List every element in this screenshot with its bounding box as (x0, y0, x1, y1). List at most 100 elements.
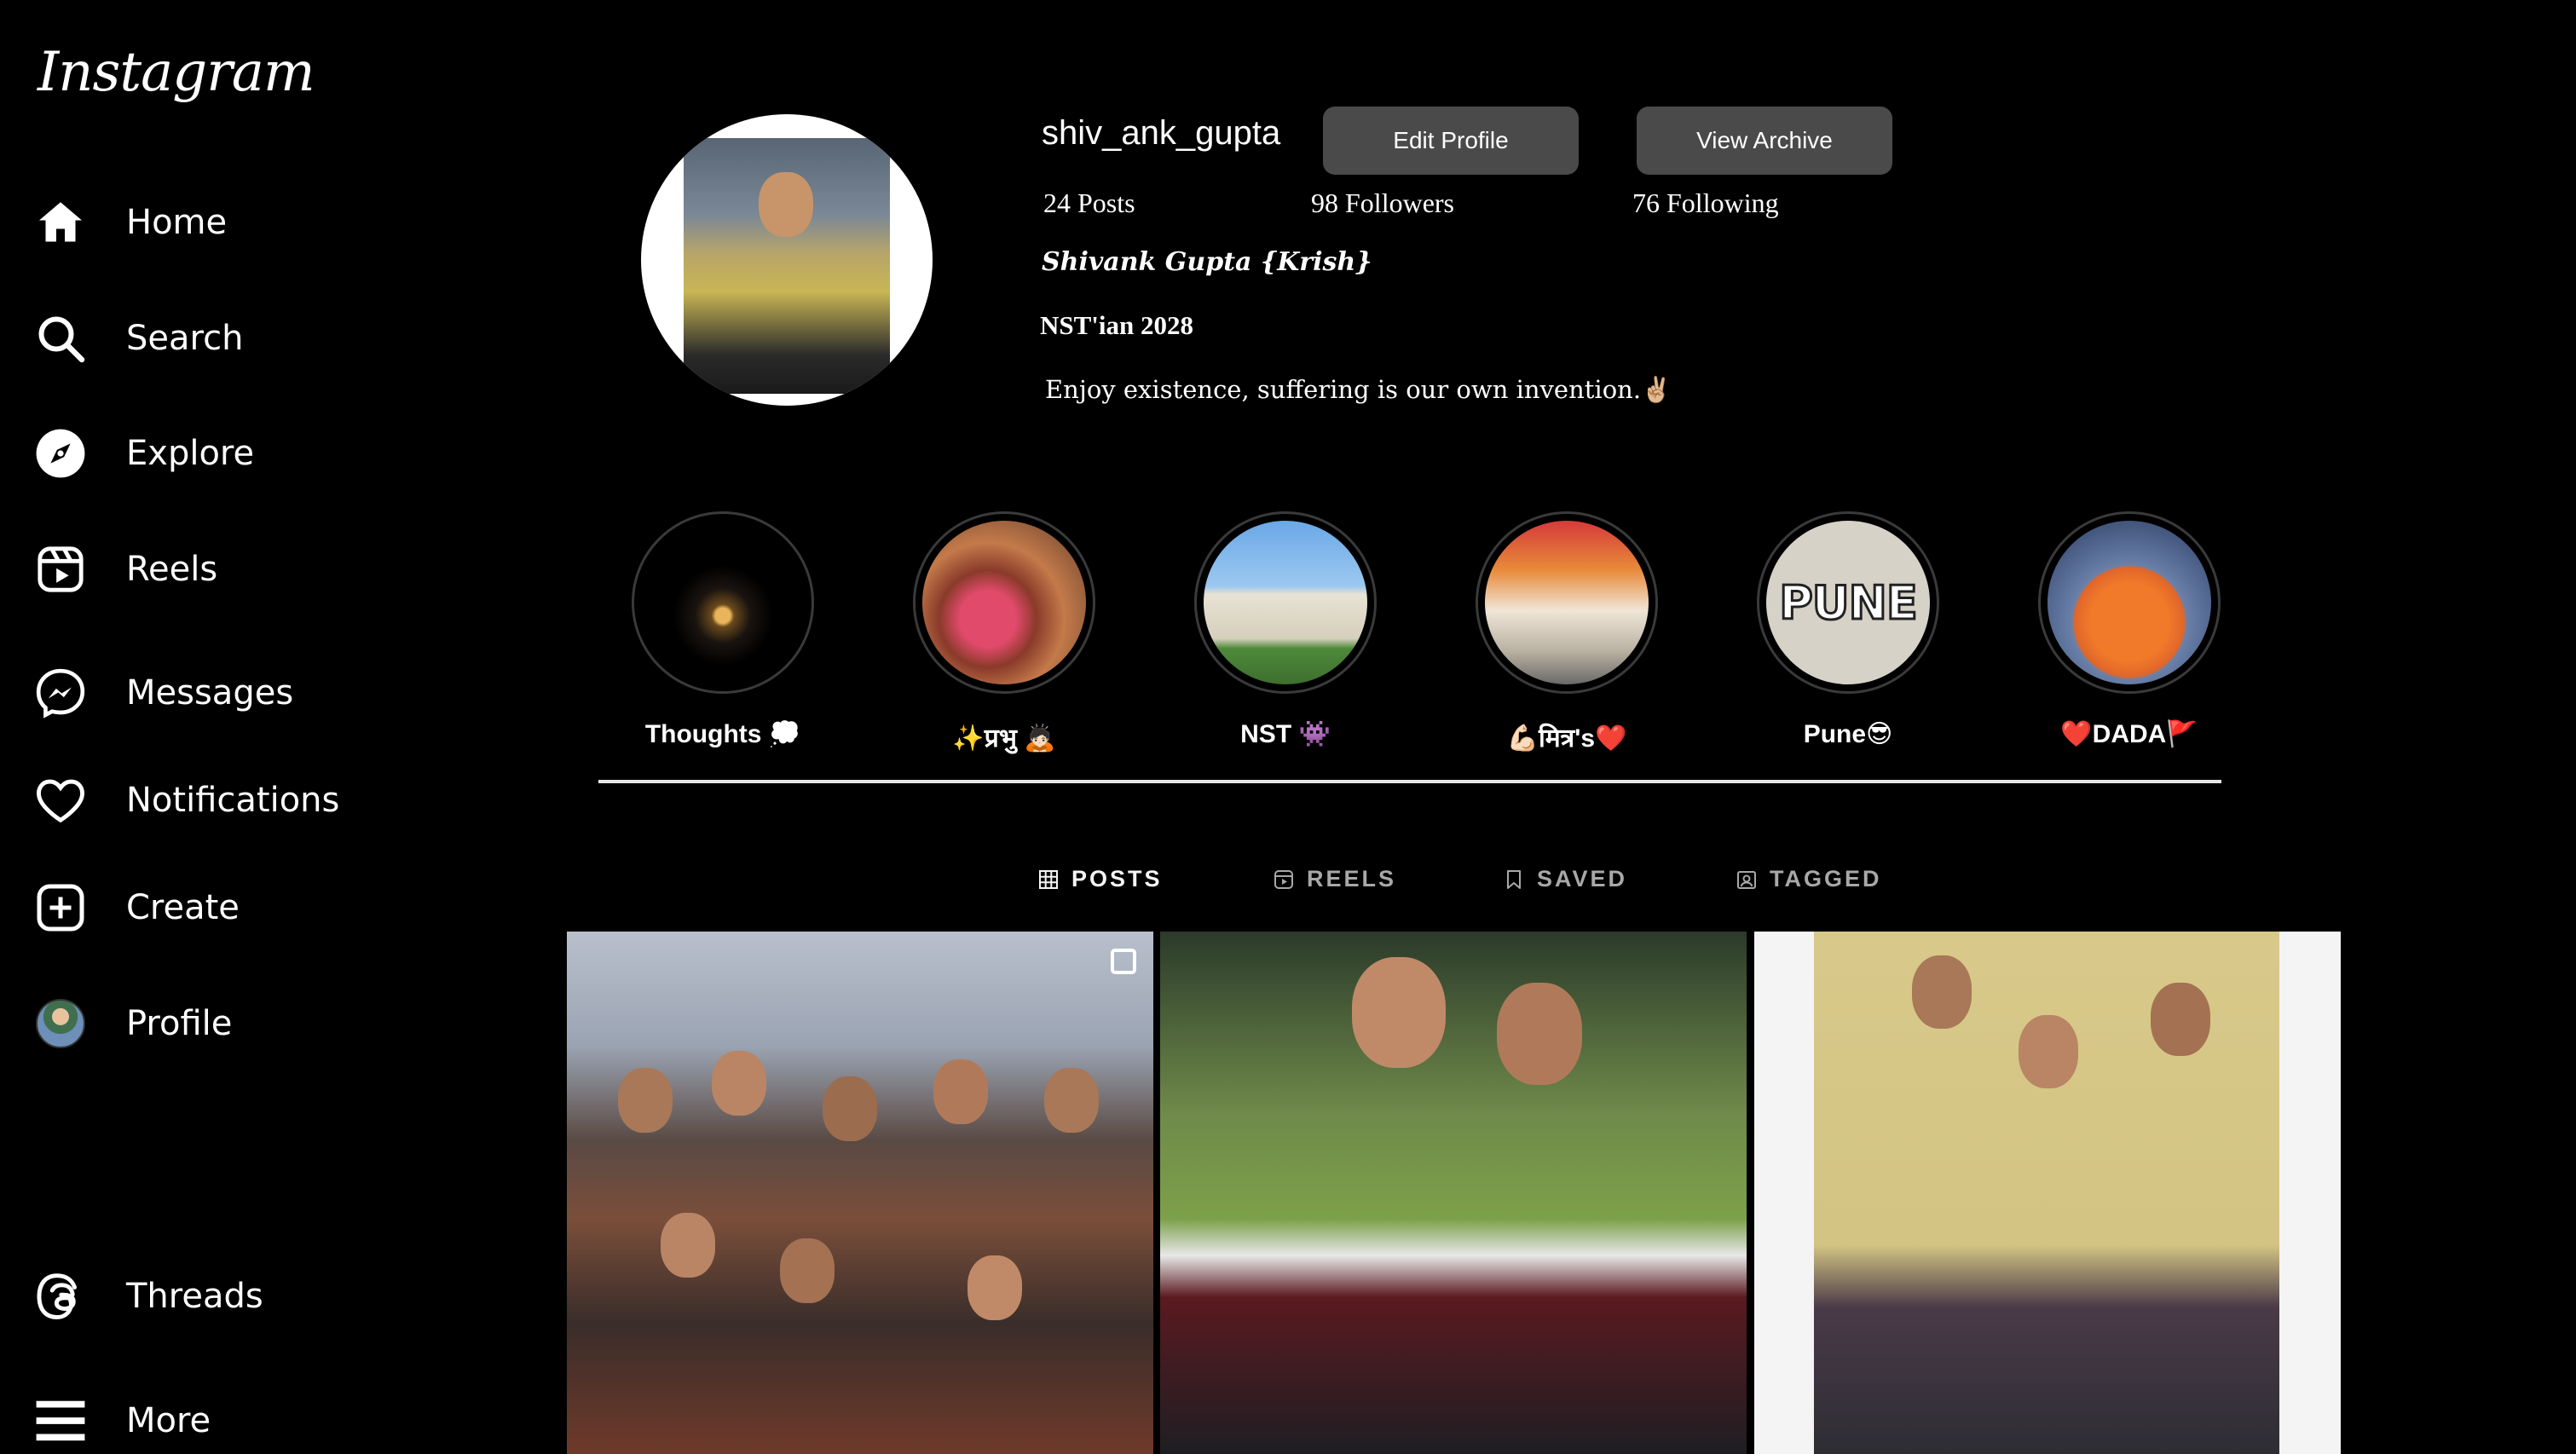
sidebar-item-label: Home (126, 203, 228, 242)
highlight-ring (1476, 511, 1658, 694)
post-photo (1814, 932, 2279, 1454)
person-face (712, 1051, 766, 1116)
highlight-cover (641, 521, 805, 684)
profile-bio: Enjoy existence, suffering is our own in… (1045, 375, 1672, 404)
sidebar-item-explore[interactable]: Explore (32, 419, 254, 488)
highlight-cover: PUNE (1766, 521, 1930, 684)
sidebar-item-label: Create (126, 888, 240, 927)
highlight-cover (922, 521, 1086, 684)
highlight-cover (2048, 521, 2211, 684)
pune-cover-text: PUNE (1778, 574, 1920, 631)
profile-picture[interactable] (641, 114, 933, 406)
story-highlight[interactable]: 💪🏻मित्र's❤️ (1473, 511, 1661, 754)
messenger-icon (32, 665, 89, 721)
reels-icon (32, 541, 89, 597)
post-thumbnail[interactable] (567, 932, 1153, 1454)
person-face (2151, 983, 2210, 1056)
sidebar-item-threads[interactable]: Threads (32, 1262, 263, 1330)
heart-icon (32, 772, 89, 828)
sidebar-item-messages[interactable]: Messages (32, 659, 293, 727)
profile-tagline: NST'ian 2028 (1040, 310, 1194, 340)
person-face (2019, 1015, 2078, 1088)
sidebar-item-label: Threads (126, 1277, 263, 1316)
sidebar-item-profile[interactable]: Profile (32, 990, 232, 1058)
person-face (933, 1059, 988, 1124)
post-thumbnail[interactable] (1160, 932, 1747, 1454)
carousel-icon (1111, 949, 1136, 974)
threads-icon (32, 1268, 89, 1324)
person-face (1352, 957, 1446, 1068)
highlights-divider (598, 780, 2221, 783)
tab-tagged[interactable]: TAGGED (1736, 866, 1882, 892)
highlight-ring: PUNE (1757, 511, 1939, 694)
sidebar-item-label: Notifications (126, 781, 340, 820)
story-highlight[interactable]: Thoughts 💭 (629, 511, 817, 749)
tab-label: SAVED (1537, 866, 1628, 891)
sidebar-item-create[interactable]: Create (32, 874, 240, 942)
sidebar-item-label: Reels (126, 550, 218, 589)
story-highlight[interactable]: NST 👾 (1192, 511, 1379, 749)
tag-user-icon (1736, 868, 1758, 891)
person-face (967, 1255, 1022, 1320)
highlight-label: Thoughts 💭 (644, 720, 801, 748)
tab-label: TAGGED (1770, 866, 1882, 891)
highlight-ring (913, 511, 1095, 694)
person-face (618, 1068, 673, 1133)
bookmark-icon (1503, 868, 1525, 891)
posts-count: 24 Posts (1043, 188, 1135, 218)
highlight-ring (1194, 511, 1377, 694)
highlight-label: ❤️DADA🚩 (2060, 720, 2198, 748)
menu-icon (32, 1393, 89, 1449)
sidebar-item-reels[interactable]: Reels (32, 535, 217, 603)
instagram-logo[interactable]: Instagram (38, 41, 315, 104)
highlight-ring (632, 511, 814, 694)
tab-label: REELS (1307, 866, 1397, 891)
highlight-ring (2038, 511, 2221, 694)
person-face (780, 1238, 835, 1303)
sidebar-item-label: Explore (126, 434, 255, 473)
highlight-cover (1485, 521, 1649, 684)
highlight-label: Pune😎 (1803, 720, 1893, 748)
edit-profile-button[interactable]: Edit Profile (1323, 107, 1579, 175)
home-icon (32, 194, 89, 251)
profile-avatar-wrap (32, 995, 89, 1052)
highlight-label: 💪🏻मित्र's❤️ (1506, 724, 1627, 753)
person-face (823, 1076, 877, 1141)
compass-icon (32, 425, 89, 482)
highlight-label: NST 👾 (1240, 720, 1331, 748)
sidebar: Instagram Home Search Explore Reels Mess… (0, 0, 477, 1454)
highlight-label: ✨प्रभु 🙇🏻 (952, 724, 1056, 753)
story-highlight[interactable]: ❤️DADA🚩 (2036, 511, 2223, 749)
post-thumbnail[interactable] (1754, 932, 2341, 1454)
sidebar-item-label: Messages (126, 673, 294, 713)
person-face (661, 1213, 715, 1278)
tab-reels[interactable]: REELS (1273, 866, 1396, 892)
profile-full-name: Shivank Gupta {Krish} (1042, 247, 1372, 277)
sidebar-item-search[interactable]: Search (32, 304, 243, 372)
tab-label: POSTS (1071, 866, 1163, 891)
sidebar-item-label: More (126, 1401, 211, 1440)
sidebar-item-home[interactable]: Home (32, 188, 227, 257)
person-face (1044, 1068, 1099, 1133)
tab-posts[interactable]: POSTS (1037, 866, 1163, 892)
sidebar-item-label: Profile (126, 1004, 233, 1043)
view-archive-button[interactable]: View Archive (1637, 107, 1892, 175)
grid-icon (1037, 868, 1060, 891)
plus-square-icon (32, 880, 89, 936)
sidebar-item-label: Search (126, 319, 244, 358)
person-face (1497, 983, 1582, 1085)
profile-username: shiv_ank_gupta (1042, 114, 1281, 152)
sidebar-item-notifications[interactable]: Notifications (32, 766, 339, 834)
tab-saved[interactable]: SAVED (1503, 866, 1627, 892)
avatar (36, 999, 85, 1048)
reels-icon (1273, 868, 1295, 891)
story-highlight[interactable]: PUNE Pune😎 (1754, 511, 1942, 749)
story-highlight[interactable]: ✨प्रभु 🙇🏻 (910, 511, 1098, 754)
following-count[interactable]: 76 Following (1632, 188, 1779, 219)
search-icon (32, 310, 89, 366)
sidebar-item-more[interactable]: More (32, 1387, 211, 1454)
person-face (1912, 955, 1972, 1029)
followers-count[interactable]: 98 Followers (1311, 188, 1454, 219)
highlight-cover (1204, 521, 1367, 684)
profile-photo (684, 138, 890, 394)
